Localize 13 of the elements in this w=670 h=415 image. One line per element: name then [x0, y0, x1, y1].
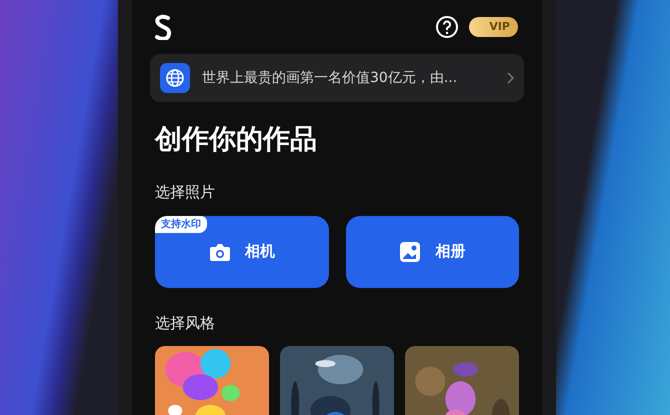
notice-text: 世界上最贵的画第一名价值30亿元，由...	[202, 68, 458, 88]
chevron-right-icon	[506, 72, 514, 84]
camera-icon	[208, 242, 231, 262]
page-title: 创作你的作品	[154, 126, 318, 153]
album-button[interactable]: 相册	[346, 216, 519, 288]
section-heading: 选择照片	[154, 182, 216, 203]
section-heading: 选择风格	[154, 312, 216, 334]
image-icon	[399, 240, 422, 262]
watermark-badge: 支持水印	[155, 216, 207, 232]
globe-icon	[160, 63, 190, 93]
notice-bar[interactable]: 世界上最贵的画第一名价值30亿元，由...	[150, 54, 524, 102]
help-icon[interactable]	[435, 15, 460, 39]
vip-badge[interactable]: VIP	[469, 16, 518, 38]
